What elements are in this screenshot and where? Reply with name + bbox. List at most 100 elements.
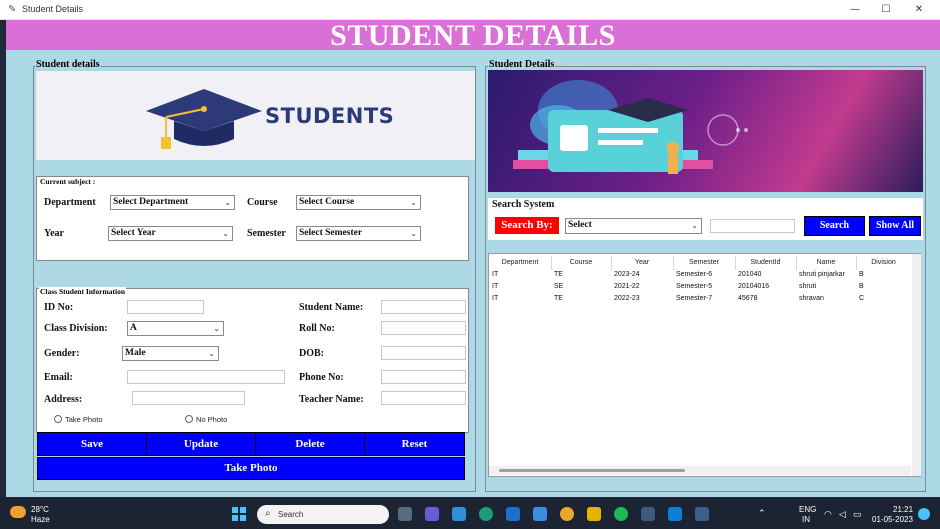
chevron-down-icon: ⌄: [213, 324, 220, 333]
minimize-button[interactable]: —: [840, 2, 870, 18]
horizontal-scrollbar-thumb[interactable]: [499, 469, 685, 472]
gender-select[interactable]: Male ⌄: [122, 346, 219, 361]
column-divider: [735, 256, 736, 270]
no-photo-radio[interactable]: No Photo: [185, 415, 228, 424]
table-cell: 20104016: [738, 283, 770, 290]
column-divider: [796, 256, 797, 270]
table-header-division[interactable]: Division: [856, 257, 911, 268]
file-explorer-app-icon[interactable]: [452, 507, 466, 521]
no-photo-radio-label: No Photo: [196, 415, 228, 424]
logo-text: STUDENTS: [265, 104, 395, 128]
table-header-studentid[interactable]: StudentId: [735, 257, 796, 268]
save-button[interactable]: Save: [37, 432, 147, 456]
table-header-semester[interactable]: Semester: [673, 257, 735, 268]
edge-icon[interactable]: [479, 507, 493, 521]
spotify-icon[interactable]: [614, 507, 628, 521]
search-input[interactable]: [710, 219, 795, 233]
windows-start-icon[interactable]: [232, 507, 246, 521]
class-division-value: A: [130, 323, 137, 333]
teacher-name-input[interactable]: [381, 391, 466, 405]
taskbar-search[interactable]: ⌕ Search: [257, 505, 389, 524]
radio-circle-icon: [185, 415, 193, 423]
task-view-icon[interactable]: [398, 507, 412, 521]
chevron-down-icon: ⌄: [691, 221, 698, 230]
search-by-select[interactable]: Select ⌄: [565, 218, 702, 234]
window-title: Student Details: [22, 4, 84, 14]
illustration-graphic: [513, 80, 748, 174]
phone-label: Phone No:: [299, 372, 344, 383]
roll-no-label: Roll No:: [299, 323, 335, 334]
table-cell: shravan: [799, 295, 824, 302]
search-by-value: Select: [568, 220, 592, 230]
feather-icon: ✎: [8, 4, 17, 15]
clock-time: 21:21: [893, 505, 914, 514]
class-division-label: Class Division:: [44, 323, 108, 334]
folder-icon[interactable]: [587, 507, 601, 521]
table-cell: SE: [554, 283, 564, 290]
current-subject-title: Current subject :: [39, 177, 97, 186]
language-text: ENG: [799, 505, 817, 514]
teacher-name-label: Teacher Name:: [299, 394, 364, 405]
search-button[interactable]: Search: [804, 216, 865, 236]
table-cell: B: [859, 283, 864, 290]
take-photo-button[interactable]: Take Photo: [37, 457, 465, 480]
reset-button[interactable]: Reset: [364, 432, 465, 456]
table-header-course[interactable]: Course: [551, 257, 611, 268]
weather-text: Haze: [31, 515, 50, 524]
page-title: STUDENT DETAILS: [330, 19, 616, 52]
python-icon[interactable]: [695, 507, 709, 521]
address-label: Address:: [44, 394, 83, 405]
notification-icon[interactable]: [918, 508, 930, 520]
course-label: Course: [247, 197, 278, 208]
taskbar-search-placeholder: Search: [278, 510, 304, 519]
table-cell: shruti: [799, 283, 817, 290]
email-label: Email:: [44, 372, 73, 383]
department-select[interactable]: Select Department ⌄: [110, 195, 235, 210]
take-photo-radio[interactable]: Take Photo: [54, 415, 103, 424]
table-header-year[interactable]: Year: [611, 257, 673, 268]
clock-date: 01-05-2023: [872, 515, 913, 524]
battery-icon[interactable]: ▭: [853, 509, 862, 520]
delete-button[interactable]: Delete: [255, 432, 365, 456]
id-input[interactable]: [127, 300, 204, 314]
terminal-icon[interactable]: [641, 507, 655, 521]
table-cell: 2023-24: [614, 271, 640, 278]
table-header-department[interactable]: Department: [489, 257, 551, 268]
maximize-button[interactable]: ☐: [871, 2, 901, 18]
wifi-icon[interactable]: ◠: [824, 509, 832, 520]
class-info-title: Class Student Information: [39, 287, 127, 296]
vertical-scrollbar[interactable]: [912, 254, 921, 476]
course-select-value: Select Course: [299, 197, 355, 207]
dob-input[interactable]: [381, 346, 466, 360]
header-banner: STUDENT DETAILS: [6, 19, 940, 52]
horizontal-scrollbar[interactable]: [489, 466, 911, 475]
semester-select-value: Select Semester: [299, 228, 363, 238]
table-cell: C: [859, 295, 865, 302]
vscode-icon[interactable]: [668, 507, 682, 521]
column-divider: [673, 256, 674, 270]
year-select[interactable]: Select Year ⌄: [108, 226, 233, 241]
table-header-name[interactable]: Name: [796, 257, 856, 268]
close-button[interactable]: ✕: [904, 2, 934, 18]
volume-icon[interactable]: ◁: [839, 509, 846, 520]
students-logo-panel: STUDENTS: [36, 71, 475, 160]
chrome-icon[interactable]: [560, 507, 574, 521]
semester-select[interactable]: Select Semester ⌄: [296, 226, 421, 241]
chat-icon[interactable]: [425, 507, 439, 521]
phone-input[interactable]: [381, 370, 466, 384]
course-select[interactable]: Select Course ⌄: [296, 195, 421, 210]
table-cell: Semester-5: [676, 283, 713, 290]
address-input[interactable]: [132, 391, 245, 405]
roll-no-input[interactable]: [381, 321, 466, 335]
semester-label: Semester: [247, 228, 286, 239]
show-all-button[interactable]: Show All: [869, 216, 921, 236]
mail-icon[interactable]: [533, 507, 547, 521]
student-name-input[interactable]: [381, 300, 466, 314]
id-label: ID No:: [44, 302, 74, 313]
update-button[interactable]: Update: [146, 432, 256, 456]
tray-overflow-icon[interactable]: ⌃: [758, 508, 766, 519]
dropbox-icon[interactable]: [506, 507, 520, 521]
email-input[interactable]: [127, 370, 285, 384]
table-cell: 2021-22: [614, 283, 640, 290]
class-division-select[interactable]: A ⌄: [127, 321, 224, 336]
